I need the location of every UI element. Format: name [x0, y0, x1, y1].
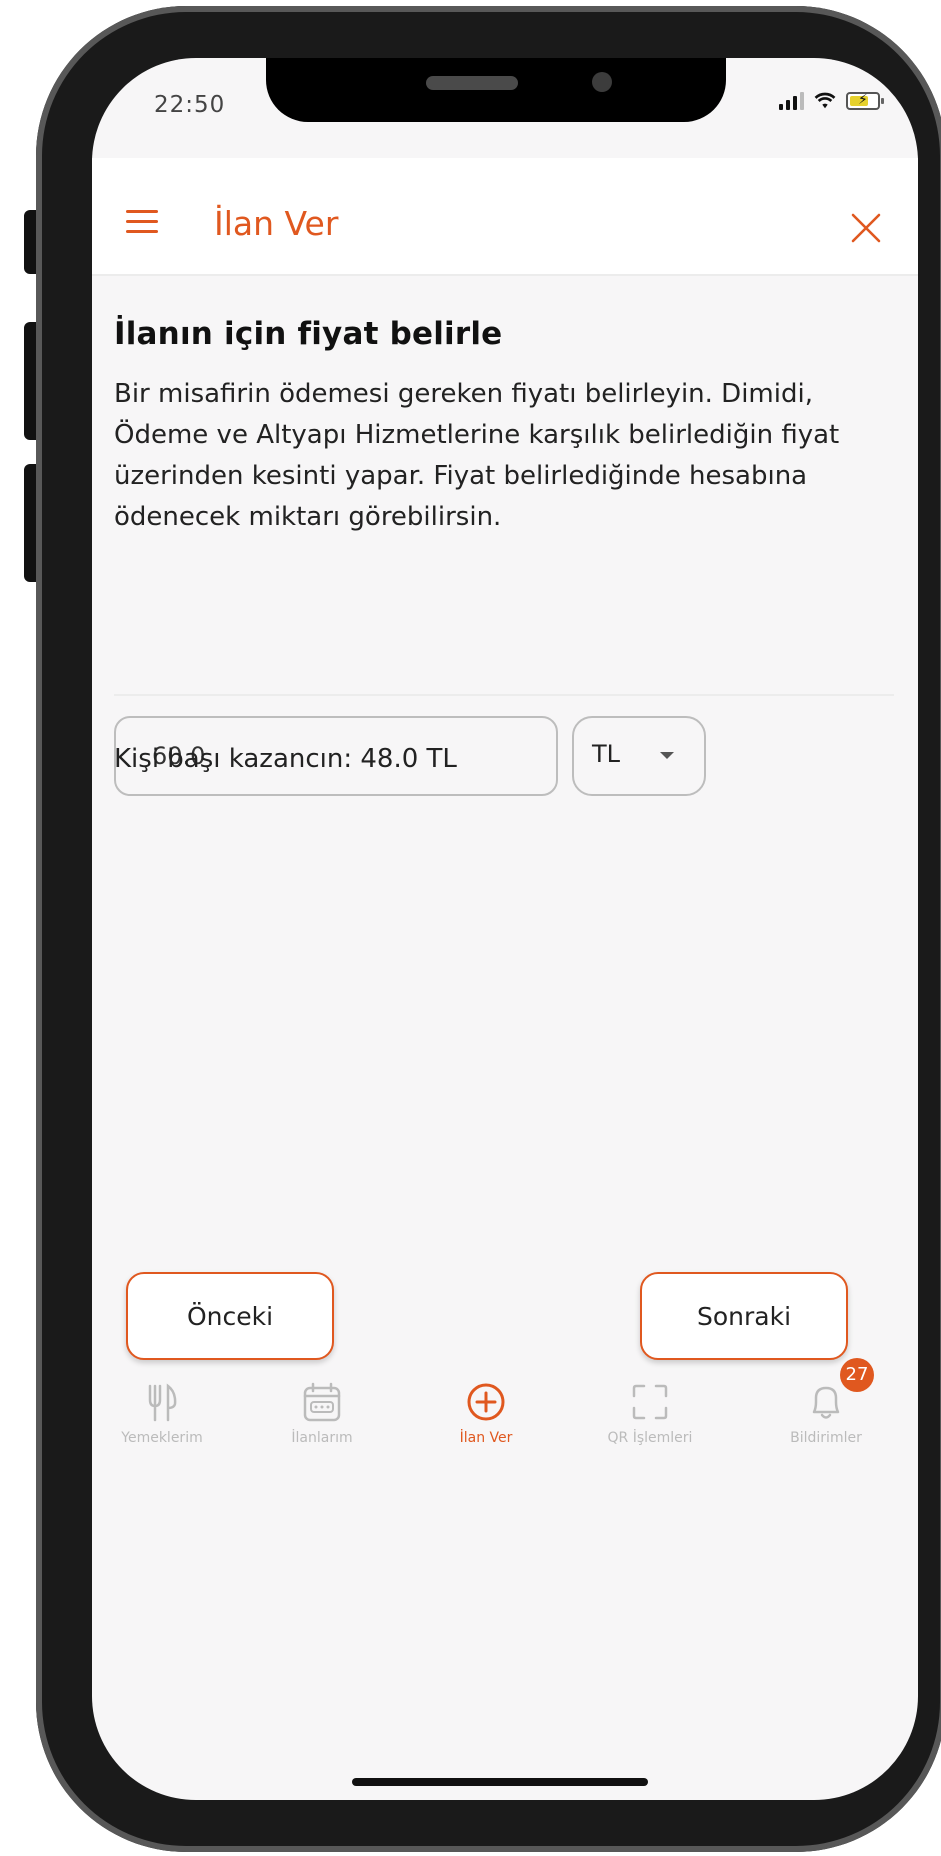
next-button[interactable]: Sonraki	[640, 1272, 848, 1360]
page-title: İlanın için fiyat belirle	[114, 316, 503, 352]
step-navigation: Önceki Sonraki	[92, 1272, 918, 1360]
status-icons: ⚡	[779, 92, 884, 110]
previous-button[interactable]: Önceki	[126, 1272, 334, 1360]
tab-label: QR İşlemleri	[607, 1430, 693, 1446]
tab-bildirimler[interactable]: 27 Bildirimler	[746, 1358, 906, 1464]
status-time: 22:50	[154, 92, 226, 118]
qr-frame-icon	[632, 1384, 668, 1420]
fork-knife-icon	[148, 1383, 177, 1422]
close-icon[interactable]	[850, 212, 882, 244]
screen: 22:50 ⚡ İlan Ver İlanın için fiyat belir…	[92, 58, 918, 1800]
bottom-tab-bar: Yemeklerim İlanlarım İlan Ver QR İşlemle…	[92, 1358, 918, 1464]
tab-ilanlarim[interactable]: İlanlarım	[242, 1376, 402, 1464]
tab-yemeklerim[interactable]: Yemeklerim	[92, 1376, 242, 1464]
calendar-icon	[303, 1382, 341, 1422]
app-frame: 22:50 ⚡ İlan Ver İlanın için fiyat belir…	[0, 0, 941, 1856]
tab-label: İlan Ver	[459, 1430, 513, 1446]
notch	[266, 58, 726, 122]
app-header: İlan Ver	[92, 158, 918, 276]
front-camera	[592, 72, 612, 92]
notification-badge: 27	[840, 1358, 874, 1392]
earnings-text: Kişi başı kazancın: 48.0 TL	[114, 744, 457, 774]
header-title: İlan Ver	[214, 204, 339, 243]
divider	[114, 694, 894, 696]
tab-label: İlanlarım	[291, 1430, 353, 1446]
tab-label: Bildirimler	[790, 1430, 862, 1446]
wifi-icon	[814, 92, 836, 109]
tab-ilan-ver[interactable]: İlan Ver	[406, 1376, 566, 1464]
battery-icon: ⚡	[846, 92, 884, 110]
menu-icon[interactable]	[126, 210, 158, 234]
tab-label: Yemeklerim	[121, 1430, 203, 1446]
plus-circle-icon	[467, 1383, 505, 1421]
main-content: İlanın için fiyat belirle Bir misafirin …	[114, 312, 894, 796]
chevron-down-icon	[660, 752, 674, 759]
currency-select[interactable]: TL	[572, 716, 706, 796]
signal-icon	[779, 92, 804, 110]
speaker	[426, 76, 518, 90]
currency-label: TL	[592, 740, 621, 768]
description-text: Bir misafirin ödemesi gereken fiyatı bel…	[114, 379, 840, 532]
tab-qr-islemleri[interactable]: QR İşlemleri	[570, 1376, 730, 1464]
home-indicator[interactable]	[352, 1778, 648, 1786]
bell-icon	[812, 1386, 840, 1419]
